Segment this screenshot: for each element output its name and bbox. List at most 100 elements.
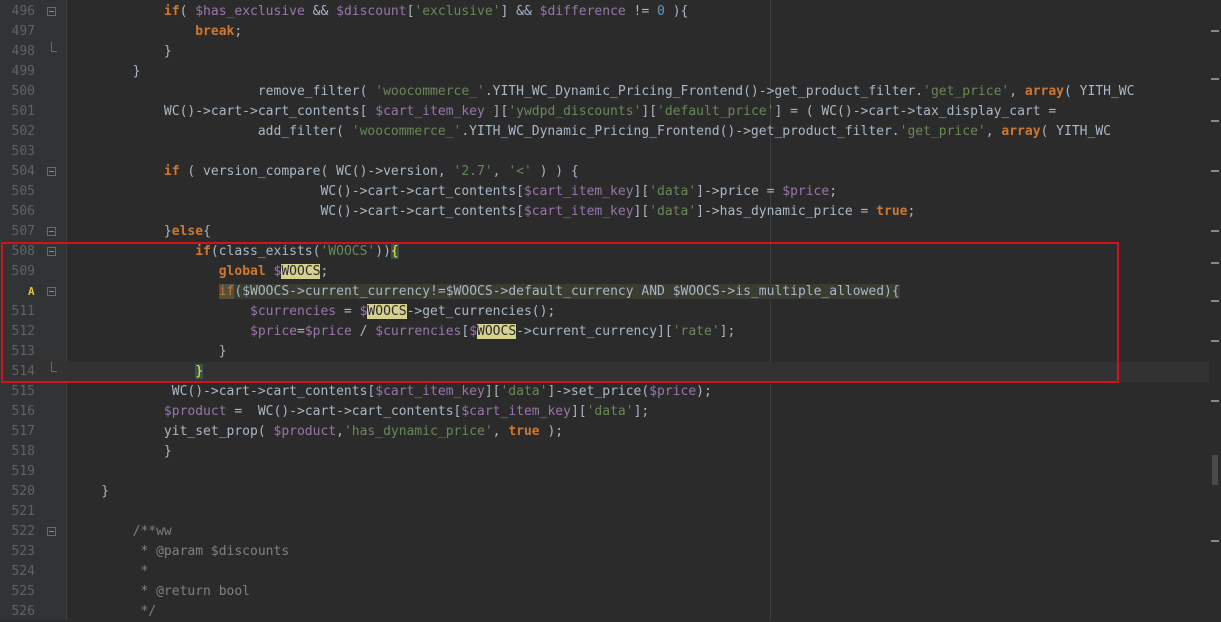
code-text[interactable]: /**ww — [70, 522, 172, 542]
code-text[interactable]: add_filter( 'woocommerce_'.YITH_WC_Dynam… — [70, 122, 1111, 142]
line-number[interactable]: 499 — [0, 62, 35, 82]
line-number[interactable]: 517 — [0, 422, 35, 442]
code-line[interactable]: 520 } — [0, 482, 1221, 502]
code-line[interactable]: 511 $currencies = $WOOCS->get_currencies… — [0, 302, 1221, 322]
error-stripe-marker[interactable] — [1211, 262, 1219, 264]
code-line[interactable]: 504 if ( version_compare( WC()->version,… — [0, 162, 1221, 182]
error-stripe-marker[interactable] — [1211, 78, 1219, 80]
line-number[interactable]: 497 — [0, 22, 35, 42]
code-line[interactable]: 524 * — [0, 562, 1221, 582]
line-number[interactable]: 514 — [0, 362, 35, 382]
line-number[interactable]: 498 — [0, 42, 35, 62]
code-line[interactable]: 523 * @param $discounts — [0, 542, 1221, 562]
code-text[interactable]: WC()->cart->cart_contents[ $cart_item_ke… — [70, 102, 1064, 122]
line-number[interactable]: 512 — [0, 322, 35, 342]
error-stripe-marker[interactable] — [1211, 300, 1219, 302]
code-text[interactable]: } — [70, 342, 227, 362]
code-text[interactable]: } — [70, 42, 172, 62]
code-text[interactable]: break; — [70, 22, 242, 42]
error-stripe-marker[interactable] — [1211, 400, 1219, 402]
fold-collapse-icon[interactable] — [47, 7, 56, 16]
code-line[interactable]: 498 } — [0, 42, 1221, 62]
code-line[interactable]: 512 $price=$price / $currencies[$WOOCS->… — [0, 322, 1221, 342]
code-text[interactable]: $product = WC()->cart->cart_contents[$ca… — [70, 402, 649, 422]
line-number[interactable]: 524 — [0, 562, 35, 582]
line-number[interactable]: 518 — [0, 442, 35, 462]
line-number[interactable]: 496 — [0, 2, 35, 22]
code-text[interactable]: if( $has_exclusive && $discount['exclusi… — [70, 2, 688, 22]
error-stripe-marker[interactable] — [1211, 340, 1219, 342]
code-line[interactable]: 508 if(class_exists('WOOCS')){ — [0, 242, 1221, 262]
code-text[interactable]: */ — [70, 602, 156, 622]
code-text[interactable]: remove_filter( 'woocommerce_'.YITH_WC_Dy… — [70, 82, 1135, 102]
code-text[interactable]: WC()->cart->cart_contents[$cart_item_key… — [70, 202, 915, 222]
line-number[interactable]: 526 — [0, 602, 35, 622]
code-line[interactable]: 526 */ — [0, 602, 1221, 622]
line-number[interactable]: 502 — [0, 122, 35, 142]
line-number[interactable]: 523 — [0, 542, 35, 562]
code-line[interactable]: 505 WC()->cart->cart_contents[$cart_item… — [0, 182, 1221, 202]
code-line[interactable]: 514 } — [0, 362, 1221, 382]
code-text[interactable]: $currencies = $WOOCS->get_currencies(); — [70, 302, 555, 322]
fold-end-icon[interactable] — [51, 362, 57, 372]
code-line[interactable]: 496 if( $has_exclusive && $discount['exc… — [0, 2, 1221, 22]
code-text[interactable]: * @param $discounts — [70, 542, 289, 562]
error-stripe-marker[interactable] — [1211, 120, 1219, 122]
code-text[interactable]: yit_set_prop( $product,'has_dynamic_pric… — [70, 422, 563, 442]
code-line[interactable]: 500 remove_filter( 'woocommerce_'.YITH_W… — [0, 82, 1221, 102]
code-text[interactable]: $price=$price / $currencies[$WOOCS->curr… — [70, 322, 735, 342]
error-stripe-marker[interactable] — [1211, 30, 1219, 32]
code-text[interactable]: if($WOOCS->current_currency!=$WOOCS->def… — [70, 282, 900, 302]
line-number[interactable]: 508 — [0, 242, 35, 262]
line-number[interactable]: 509 — [0, 262, 35, 282]
code-line[interactable]: 521 — [0, 502, 1221, 522]
line-number[interactable]: 520 — [0, 482, 35, 502]
line-number[interactable]: 513 — [0, 342, 35, 362]
line-number[interactable]: 516 — [0, 402, 35, 422]
error-stripe-marker[interactable] — [1211, 230, 1219, 232]
code-text[interactable]: } — [70, 62, 141, 82]
annotation-marker-icon[interactable]: A — [28, 282, 35, 302]
line-number[interactable]: 507 — [0, 222, 35, 242]
code-line[interactable]: 507 }else{ — [0, 222, 1221, 242]
code-text[interactable]: global $WOOCS; — [70, 262, 328, 282]
fold-collapse-icon[interactable] — [47, 247, 56, 256]
code-line[interactable]: 516 $product = WC()->cart->cart_contents… — [0, 402, 1221, 422]
line-number[interactable]: 506 — [0, 202, 35, 222]
line-number[interactable]: 525 — [0, 582, 35, 602]
scrollbar-thumb[interactable] — [1212, 455, 1218, 485]
code-text[interactable]: WC()->cart->cart_contents[$cart_item_key… — [70, 382, 712, 402]
code-line[interactable]: 499 } — [0, 62, 1221, 82]
code-text[interactable]: } — [70, 442, 172, 462]
line-number[interactable]: 522 — [0, 522, 35, 542]
error-stripe-marker[interactable] — [1211, 540, 1219, 542]
code-editor[interactable]: 496 if( $has_exclusive && $discount['exc… — [0, 0, 1221, 620]
code-text[interactable]: * — [70, 562, 148, 582]
line-number[interactable]: 521 — [0, 502, 35, 522]
code-line[interactable]: 519 — [0, 462, 1221, 482]
code-line[interactable]: 517 yit_set_prop( $product,'has_dynamic_… — [0, 422, 1221, 442]
line-number[interactable]: 501 — [0, 102, 35, 122]
fold-collapse-icon[interactable] — [47, 527, 56, 536]
line-number[interactable]: 500 — [0, 82, 35, 102]
line-number[interactable]: 511 — [0, 302, 35, 322]
code-text[interactable]: } — [70, 362, 204, 382]
error-stripe-marker[interactable] — [1211, 170, 1219, 172]
code-line[interactable]: 503 — [0, 142, 1221, 162]
line-number[interactable]: 503 — [0, 142, 35, 162]
code-text[interactable]: WC()->cart->cart_contents[$cart_item_key… — [70, 182, 837, 202]
code-line[interactable]: 522 /**ww — [0, 522, 1221, 542]
code-line[interactable]: 518 } — [0, 442, 1221, 462]
code-text[interactable]: * @return bool — [70, 582, 250, 602]
code-line[interactable]: 509 global $WOOCS; — [0, 262, 1221, 282]
code-line[interactable]: 515 WC()->cart->cart_contents[$cart_item… — [0, 382, 1221, 402]
fold-collapse-icon[interactable] — [47, 287, 56, 296]
code-line[interactable]: 501 WC()->cart->cart_contents[ $cart_ite… — [0, 102, 1221, 122]
code-text[interactable]: }else{ — [70, 222, 211, 242]
line-number[interactable]: 519 — [0, 462, 35, 482]
fold-end-icon[interactable] — [51, 42, 57, 52]
editor-scrollbar[interactable] — [1209, 0, 1221, 620]
fold-collapse-icon[interactable] — [47, 167, 56, 176]
code-text[interactable]: } — [70, 482, 109, 502]
code-line[interactable]: 506 WC()->cart->cart_contents[$cart_item… — [0, 202, 1221, 222]
